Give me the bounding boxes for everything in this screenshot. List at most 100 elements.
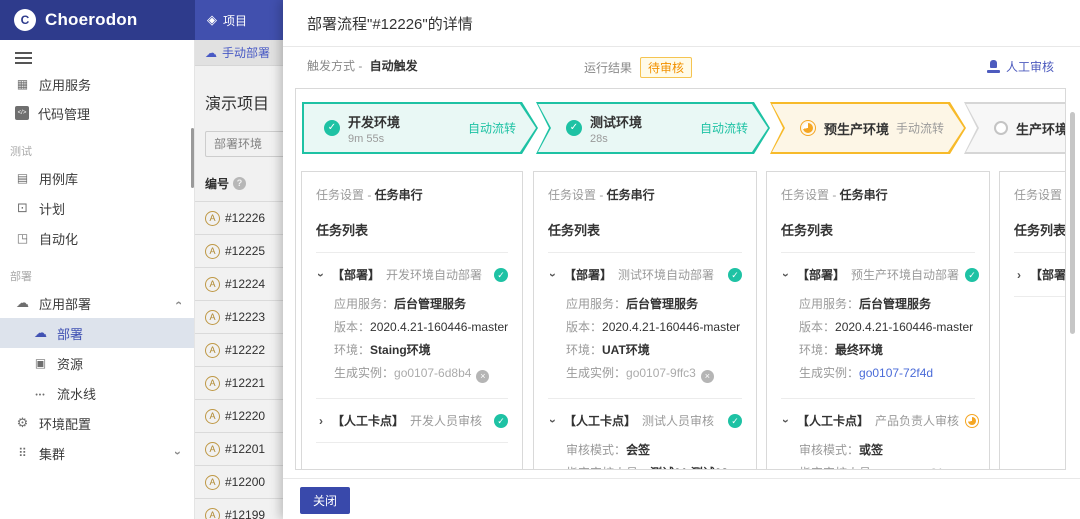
brand[interactable]: C Choerodon — [0, 0, 195, 40]
sidebar-item-resource[interactable]: 资源 — [0, 348, 194, 378]
sidebar-item-plan[interactable]: 计划 — [0, 193, 194, 223]
stage-card-pre-prod: 任务设置 - 任务串行 任务列表 【部署】 预生产环境自动部署 应用服务：后台管… — [766, 171, 990, 469]
pipeline-content: 开发环境 9m 55s 自动流转 测试环境 28s 自动流转 预生产环境 — [295, 88, 1066, 470]
instance-link[interactable]: go0107-72f4d — [859, 366, 933, 380]
settings-value: 任务串行 — [374, 188, 423, 202]
chevron-up-icon[interactable] — [176, 296, 180, 310]
list-item[interactable]: #12224 — [195, 267, 283, 300]
field-label: 应用服务： — [334, 297, 395, 311]
sidebar-item-case-lib[interactable]: 用例库 — [0, 163, 194, 193]
field-value: manager01 — [883, 466, 944, 469]
stage-header-dev[interactable]: 开发环境 9m 55s 自动流转 — [302, 102, 538, 154]
task-review-pre-prod[interactable]: 【人工卡点】 产品负责人审核 — [781, 412, 980, 429]
instance-value: go0107-6d8b4 — [394, 366, 472, 380]
auto-trigger-icon — [205, 276, 220, 292]
topbar-project-menu[interactable]: 项目 — [195, 0, 283, 40]
chevron-right-icon[interactable] — [1014, 268, 1024, 282]
task-name: 产品负责人审核 — [875, 414, 960, 428]
sidebar-item-deploy[interactable]: 部署 — [0, 318, 194, 348]
chevron-down-icon[interactable] — [316, 268, 326, 282]
settings-label: 任务设置 - — [781, 188, 840, 202]
task-name: 开发人员审核 — [410, 414, 483, 428]
task-name: 测试环境自动部署 — [618, 268, 715, 282]
field-label: 审核模式： — [799, 443, 860, 457]
task-deploy-pre-prod[interactable]: 【部署】 预生产环境自动部署 — [781, 266, 980, 283]
stage-name: 生产环境 — [1016, 121, 1066, 137]
stage-header-prod[interactable]: 生产环境 — [964, 102, 1066, 154]
tab-label: 手动部署 — [222, 46, 271, 60]
list-item[interactable]: #12199 — [195, 498, 283, 519]
list-item[interactable]: #12223 — [195, 300, 283, 333]
delete-instance-icon[interactable] — [476, 370, 490, 383]
modal-scrollbar[interactable] — [1070, 112, 1075, 334]
list-item[interactable]: #12221 — [195, 366, 283, 399]
stage-header-test[interactable]: 测试环境 28s 自动流转 — [536, 102, 770, 154]
chevron-down-icon[interactable] — [548, 268, 558, 282]
field-label: 版本： — [334, 320, 371, 334]
field-value: UAT环境 — [602, 343, 650, 357]
task-deploy-test[interactable]: 【部署】 测试环境自动部署 — [548, 266, 742, 283]
stage-name: 预生产环境 — [824, 121, 890, 137]
sidebar-item-code[interactable]: 代码管理 — [0, 98, 194, 128]
sidebar-item-automation[interactable]: 自动化 — [0, 223, 194, 253]
list-item[interactable]: #12226 — [195, 201, 283, 234]
deployment-detail-modal: 部署流程"#12226"的详情 触发方式 - 自动触发 运行结果 待审核 人工审… — [283, 0, 1080, 519]
auto-trigger-icon — [205, 210, 220, 226]
list-item[interactable]: #12220 — [195, 399, 283, 432]
success-check-icon — [566, 120, 582, 136]
field-label: 指定审核人员： — [799, 466, 883, 469]
auto-trigger-icon — [205, 408, 220, 424]
field-value: 或签 — [859, 443, 884, 457]
task-prefix: 【部署】 — [332, 268, 381, 282]
list-item[interactable]: #12200 — [195, 465, 283, 498]
pipeline-dots-icon — [33, 386, 48, 400]
sidebar-item-env-config[interactable]: 环境配置 — [0, 408, 194, 438]
field-label: 版本： — [799, 320, 836, 334]
choerodon-logo-icon: C — [14, 9, 36, 31]
sidebar-item-label: 资源 — [57, 356, 84, 372]
chevron-down-icon[interactable] — [548, 414, 558, 428]
task-deploy-dev[interactable]: 【部署】 开发环境自动部署 — [316, 266, 508, 283]
sidebar-item-label: 计划 — [39, 201, 66, 217]
sidebar-item-pipeline[interactable]: 流水线 — [0, 378, 194, 408]
env-filter-select[interactable]: 部署环境 — [205, 131, 283, 157]
sidebar-item-label: 流水线 — [57, 386, 97, 402]
sidebar-item-app-deploy[interactable]: 应用部署 — [0, 288, 194, 318]
manual-review-button[interactable]: 人工审核 — [986, 58, 1054, 75]
chevron-down-icon[interactable] — [781, 414, 791, 428]
row-number: #12201 — [225, 442, 266, 456]
close-button[interactable]: 关闭 — [300, 487, 351, 514]
instance-value: go0107-9ffc3 — [626, 366, 696, 380]
deploy-cloud-icon — [33, 325, 48, 341]
stage-header-pre-prod[interactable]: 预生产环境 手动流转 — [770, 102, 966, 154]
list-item[interactable]: #12222 — [195, 333, 283, 366]
delete-instance-icon[interactable] — [700, 370, 714, 383]
sidebar-item-app-service[interactable]: 应用服务 — [0, 78, 194, 98]
field-label: 生成实例： — [566, 366, 627, 380]
task-name: 预生产环境自动部署 — [851, 268, 960, 282]
menu-toggle-icon[interactable] — [15, 52, 32, 54]
cloud-icon — [205, 46, 217, 60]
chevron-down-icon[interactable] — [781, 268, 791, 282]
sidebar-scrollbar[interactable] — [191, 128, 194, 188]
project-menu-label: 项目 — [223, 13, 248, 28]
field-label: 应用服务： — [799, 297, 860, 311]
sidebar-section-deploy: 部署 — [10, 271, 32, 283]
task-review-test[interactable]: 【人工卡点】 测试人员审核 — [548, 412, 742, 429]
chevron-down-icon[interactable] — [176, 446, 180, 460]
sidebar-item-cluster[interactable]: 集群 — [0, 438, 194, 468]
success-check-icon — [728, 267, 742, 282]
chevron-right-icon[interactable] — [316, 414, 326, 428]
task-deploy-prod[interactable]: 【部署】 生产环境自动部署 — [1014, 266, 1065, 283]
auto-trigger-icon — [205, 507, 220, 519]
cloud-icon — [15, 295, 30, 311]
list-item[interactable]: #12225 — [195, 234, 283, 267]
task-review-dev[interactable]: 【人工卡点】 开发人员审核 — [316, 412, 508, 429]
task-list-title: 任务列表 — [1014, 223, 1066, 238]
auto-trigger-icon — [205, 375, 220, 391]
field-label: 环境： — [799, 343, 836, 357]
help-icon[interactable] — [233, 177, 247, 190]
list-item[interactable]: #12201 — [195, 432, 283, 465]
code-icon — [15, 106, 29, 120]
tab-manual-deploy[interactable]: 手动部署 — [195, 40, 283, 66]
